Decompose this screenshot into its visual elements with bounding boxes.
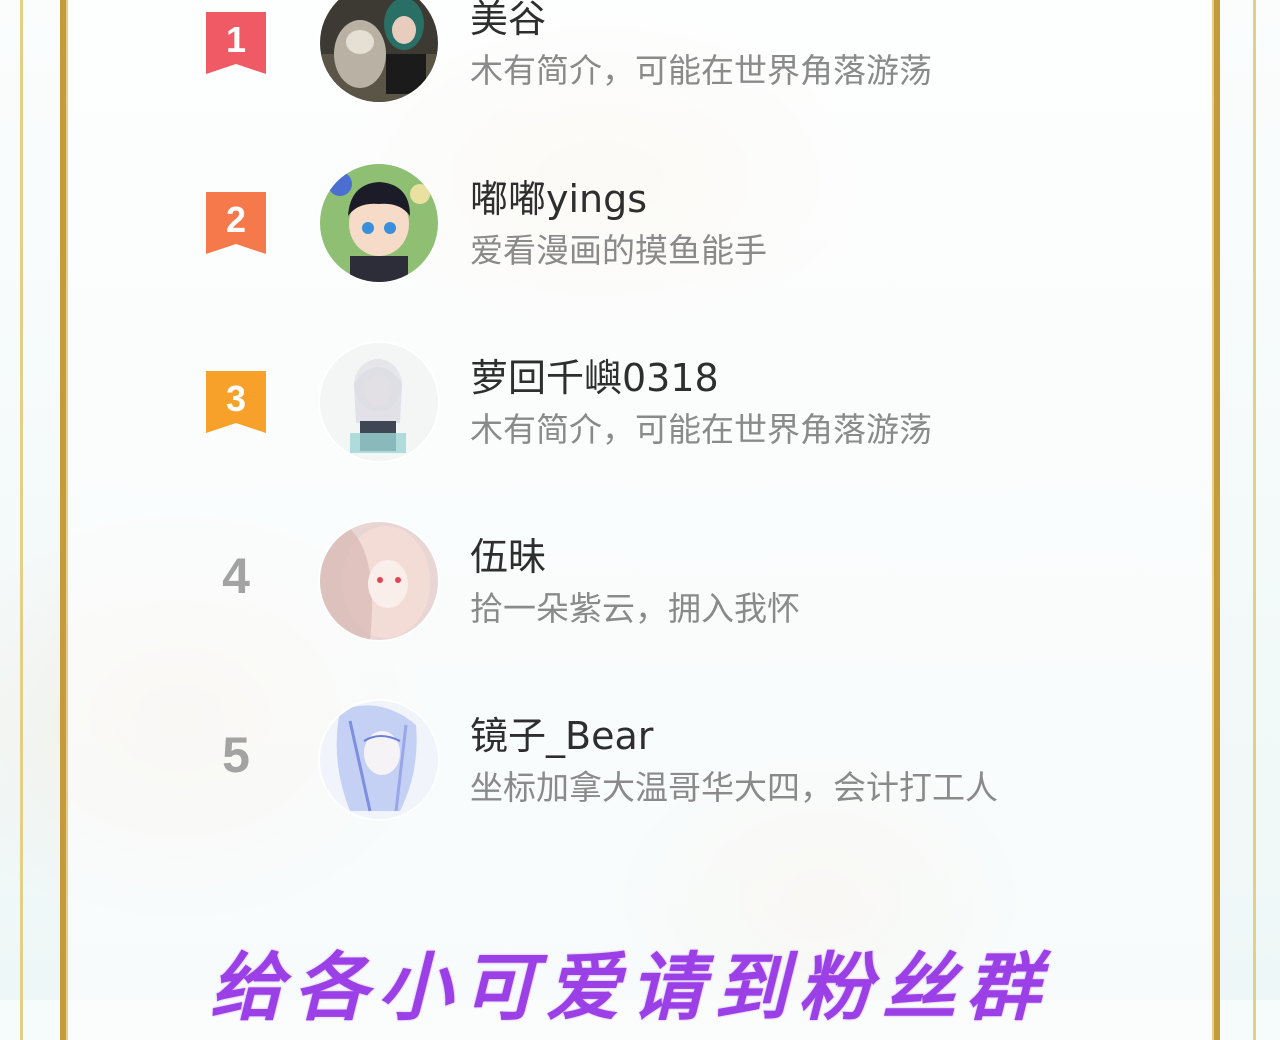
- user-name[interactable]: 镜子_Bear: [470, 705, 653, 760]
- user-name[interactable]: 美谷: [470, 0, 546, 43]
- user-bio: 木有简介，可能在世界角落游荡: [470, 51, 932, 90]
- list-item[interactable]: 2 嘟嘟yings 爱看漫画的摸鱼能手: [180, 164, 1120, 294]
- rank-badge-icon: 2: [206, 192, 266, 254]
- rank-badge-icon: 3: [206, 371, 266, 433]
- list-item[interactable]: 1 美谷 木有简介，可能在世界角落游荡: [180, 0, 1120, 114]
- list-item[interactable]: 3 萝回千嶼0318 木有简介，可能在世界角落游荡: [180, 343, 1120, 473]
- rank-badge-icon: 1: [206, 12, 266, 74]
- user-bio: 坐标加拿大温哥华大四，会计打工人: [470, 768, 998, 807]
- avatar-girl-with-wolf-icon[interactable]: [320, 0, 438, 102]
- avatar-anime-boy-icon[interactable]: [320, 164, 438, 282]
- footer-banner-text: 给各小可爱请到粉丝群: [210, 945, 1050, 1031]
- inner-gold-frame: [60, 0, 1220, 1040]
- avatar-anime-white-hair-icon[interactable]: [320, 343, 438, 461]
- rank-number: 1: [226, 19, 246, 60]
- rank-number: 2: [226, 199, 246, 240]
- user-name[interactable]: 嘟嘟yings: [470, 168, 647, 223]
- avatar-pink-hair-girl-icon[interactable]: [320, 522, 438, 640]
- avatar-blue-sketch-girl-icon[interactable]: [320, 701, 438, 819]
- user-bio: 木有简介，可能在世界角落游荡: [470, 410, 932, 449]
- list-item[interactable]: 4 伍昧 拾一朵紫云，拥入我怀: [180, 522, 1120, 652]
- user-name[interactable]: 伍昧: [470, 526, 546, 581]
- user-bio: 拾一朵紫云，拥入我怀: [470, 589, 800, 628]
- user-name[interactable]: 萝回千嶼0318: [470, 347, 719, 402]
- list-item[interactable]: 5 镜子_Bear 坐标加拿大温哥华大四，会计打工人: [180, 701, 1120, 831]
- user-bio: 爱看漫画的摸鱼能手: [470, 231, 767, 270]
- rank-number: 4: [222, 548, 250, 604]
- rank-number: 3: [226, 378, 246, 419]
- rank-number: 5: [222, 727, 250, 783]
